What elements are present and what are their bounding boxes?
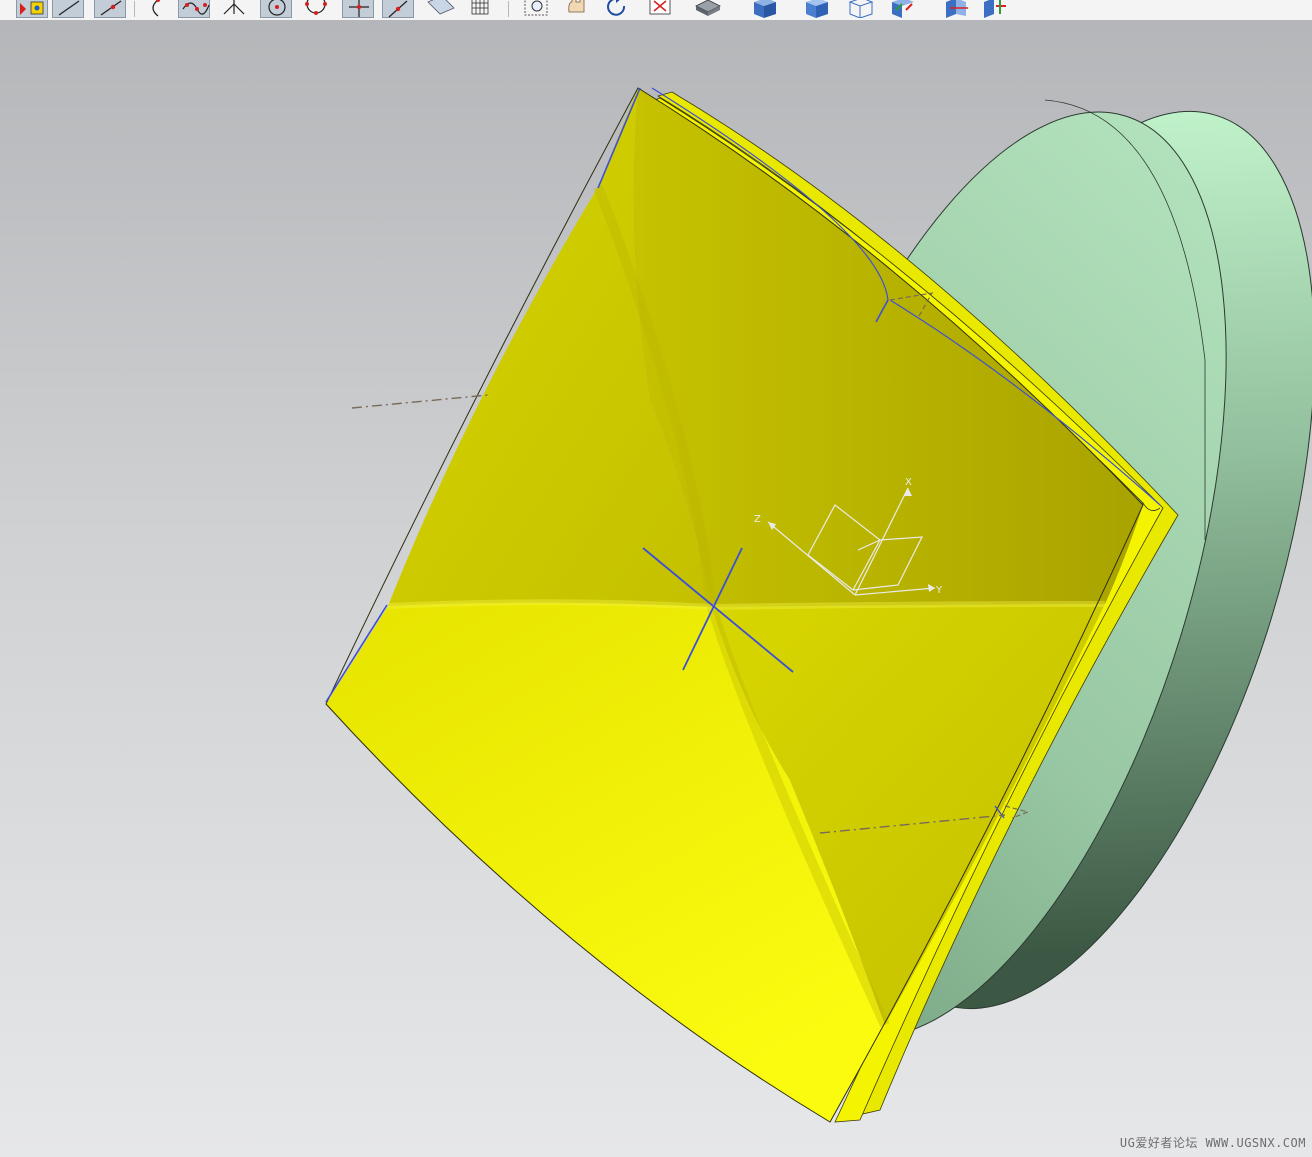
zoom-window-icon[interactable] [520, 0, 552, 18]
line-icon[interactable] [52, 0, 84, 18]
circle-center-icon[interactable] [260, 0, 292, 18]
model-scene[interactable]: X Y Z [0, 20, 1312, 1157]
triad-z-label: Z [754, 514, 761, 525]
watermark-text: UG爱好者论坛 WWW.UGSNX.COM [1119, 1136, 1306, 1150]
arc-icon[interactable] [140, 0, 172, 18]
toolbar-separator [134, 1, 135, 17]
shaded-with-edges-icon[interactable] [748, 0, 780, 18]
graphics-viewport[interactable]: X Y Z UG爱好者论坛 WWW.UGSNX.COM [0, 20, 1312, 1157]
pan-hand-icon[interactable] [560, 0, 592, 18]
nx-modeling-window: X Y Z UG爱好者论坛 WWW.UGSNX.COM [0, 0, 1312, 1157]
render-style-icon[interactable] [692, 0, 724, 18]
fit-view-icon[interactable] [644, 0, 676, 18]
triad-x-label: X [905, 477, 912, 488]
extruded-surface-icon[interactable] [424, 0, 456, 18]
selection-filter-icon[interactable] [16, 0, 48, 18]
circle-points-icon[interactable] [300, 0, 332, 18]
rotate-view-icon[interactable] [600, 0, 632, 18]
toolbar-separator [508, 1, 509, 17]
mesh-surface-icon[interactable] [464, 0, 496, 18]
move-object-icon[interactable] [978, 0, 1010, 18]
tangent-point-icon[interactable] [382, 0, 414, 18]
point-icon[interactable] [342, 0, 374, 18]
spline-through-points-icon[interactable] [178, 0, 210, 18]
wireframe-icon[interactable] [844, 0, 876, 18]
triad-y-label: Y [935, 585, 943, 596]
intersection-icon[interactable] [218, 0, 250, 18]
shaded-icon[interactable] [800, 0, 832, 18]
view-orientation-icon[interactable] [886, 0, 918, 18]
point-line-icon[interactable] [94, 0, 126, 18]
toolbar [0, 0, 1312, 21]
section-view-icon[interactable] [940, 0, 972, 18]
